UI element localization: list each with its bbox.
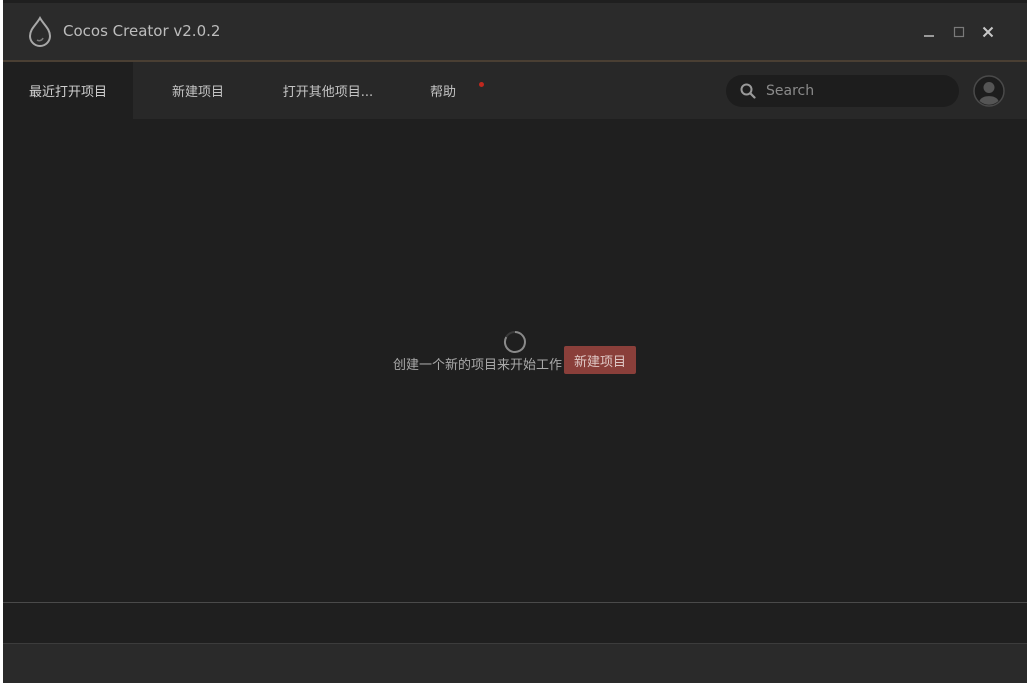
tab-recent-projects[interactable]: 最近打开项目 — [3, 62, 133, 119]
minimize-icon — [924, 35, 934, 37]
search-box[interactable] — [726, 75, 959, 107]
new-project-button[interactable]: 新建项目 — [564, 346, 636, 374]
notification-dot — [479, 82, 484, 87]
footer-strip — [3, 603, 1027, 643]
tab-label: 打开其他项目... — [282, 85, 374, 100]
minimize-button[interactable] — [916, 20, 942, 44]
status-bar — [3, 644, 1027, 683]
tab-label: 帮助 — [429, 85, 456, 100]
search-input[interactable] — [766, 75, 946, 107]
search-icon — [740, 83, 756, 99]
tab-open-other-project[interactable]: 打开其他项目... — [263, 62, 393, 119]
recent-projects-panel: 创建一个新的项目来开始工作 新建项目 — [3, 119, 1027, 602]
tab-label: 最近打开项目 — [28, 85, 107, 100]
user-avatar-icon[interactable] — [973, 75, 1005, 107]
maximize-button[interactable] — [946, 20, 972, 44]
empty-state-message: 创建一个新的项目来开始工作 — [393, 358, 563, 373]
loading-spinner-icon — [503, 330, 526, 353]
tab-new-project[interactable]: 新建项目 — [133, 62, 263, 119]
maximize-icon — [953, 26, 965, 38]
tab-label: 新建项目 — [171, 85, 224, 100]
close-button[interactable] — [975, 20, 1001, 44]
cocos-logo-icon — [28, 16, 52, 47]
title-bar[interactable]: Cocos Creator v2.0.2 — [3, 3, 1027, 62]
tab-help[interactable]: 帮助 — [393, 62, 523, 119]
close-icon — [982, 26, 994, 38]
launcher-window: Cocos Creator v2.0.2 最近打开项目 新建项目 打开其他项目.… — [3, 3, 1027, 683]
app-title: Cocos Creator v2.0.2 — [63, 22, 221, 40]
nav-bar: 最近打开项目 新建项目 打开其他项目... 帮助 — [3, 62, 1027, 119]
